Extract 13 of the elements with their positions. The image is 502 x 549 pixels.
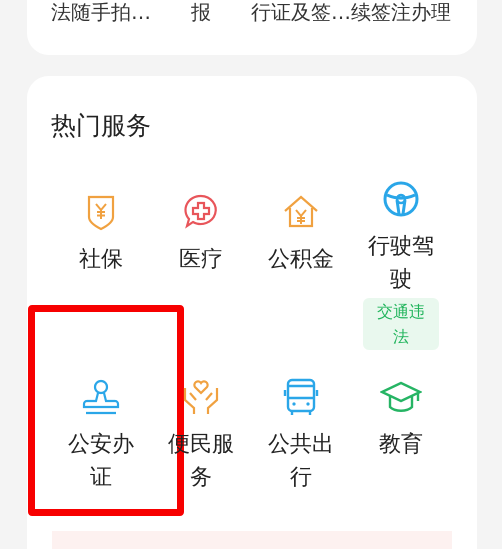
section-title: 热门服务: [51, 110, 152, 142]
service-label[interactable]: 社保: [66, 242, 136, 276]
service-label[interactable]: 公安办证: [66, 428, 136, 494]
service-label[interactable]: 公共出行: [266, 428, 336, 494]
service-label[interactable]: 教育: [366, 428, 436, 461]
service-label[interactable]: 医疗: [166, 242, 236, 276]
service-label[interactable]: 法随手拍…: [51, 1, 151, 23]
service-label[interactable]: 行证及签…: [251, 1, 351, 23]
service-label[interactable]: 报: [151, 1, 251, 23]
tag: 交通违法: [363, 298, 439, 350]
service-label[interactable]: 续签注办理: [351, 1, 451, 23]
service-label[interactable]: 公积金: [266, 242, 336, 276]
service-label[interactable]: 行驶驾驶: [366, 230, 436, 296]
